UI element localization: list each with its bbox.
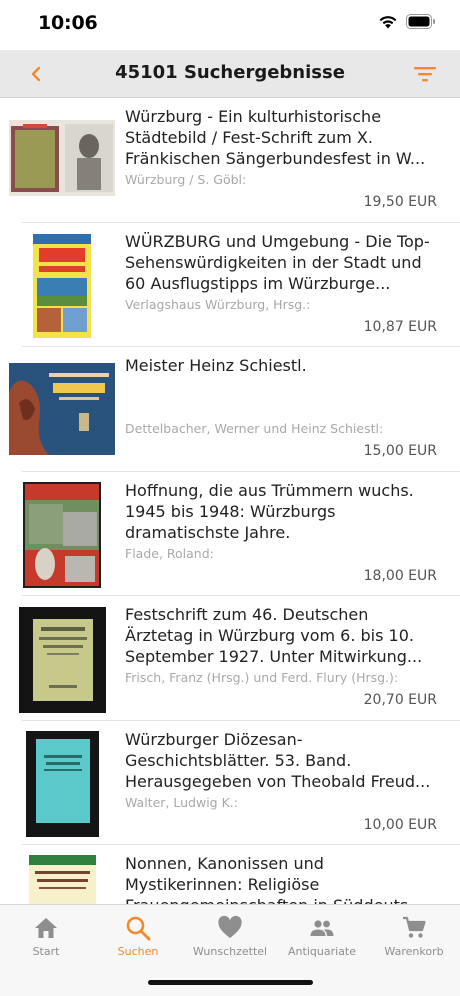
result-title: Meister Heinz Schiestl. xyxy=(125,356,307,375)
result-author: Walter, Ludwig K.: xyxy=(125,794,238,810)
result-item[interactable]: Festschrift zum 46. Deutschen Ärztetag i… xyxy=(0,596,460,721)
book-cover-image xyxy=(19,607,106,713)
filter-icon xyxy=(414,67,436,82)
book-cover-image xyxy=(23,481,101,588)
result-author: Flade, Roland: xyxy=(125,545,214,561)
result-price: 20,70 EUR xyxy=(363,692,437,708)
status-time: 10:06 xyxy=(38,12,98,34)
result-author: Verlagshaus Würzburg, Hrsg.: xyxy=(125,296,311,312)
status-bar: 10:06 xyxy=(0,0,460,50)
result-author: Frisch, Franz (Hrsg.) und Ferd. Flury (H… xyxy=(125,670,399,685)
result-price: 10,87 EUR xyxy=(363,318,437,335)
result-title: WÜRZBURG und Umgebung - Die Top-Sehenswü… xyxy=(125,231,430,293)
tab-wunschzettel[interactable]: Wunschzettel xyxy=(184,911,276,969)
filter-button[interactable] xyxy=(410,60,440,88)
result-title: Würzburg - Ein kulturhistorische Städteb… xyxy=(125,107,426,168)
result-price: 19,50 EUR xyxy=(363,194,437,210)
tab-antiquariate[interactable]: Antiquariate xyxy=(276,911,368,969)
navigation-bar: 45101 Suchergebnisse xyxy=(0,50,460,98)
result-item[interactable]: Würzburger Diözesan-Geschichtsblätter. 5… xyxy=(0,721,460,846)
result-title: Hoffnung, die aus Trümmern wuchs. 1945 b… xyxy=(125,480,414,542)
tab-label: Wunschzettel xyxy=(192,945,268,958)
cart-icon xyxy=(403,916,426,938)
page-title: 45101 Suchergebnisse xyxy=(115,62,345,83)
result-title: Nonnen, Kanonissen und Mystikerinnen: Re… xyxy=(125,854,423,904)
search-results-list[interactable]: Würzburg - Ein kulturhistorische Städteb… xyxy=(0,98,460,904)
result-item[interactable]: Meister Heinz Schiestl. Dettelbacher, We… xyxy=(0,347,460,472)
tab-suchen[interactable]: Suchen xyxy=(92,911,184,969)
battery-icon xyxy=(406,14,435,29)
tab-start[interactable]: Start xyxy=(0,911,92,969)
book-cover-image xyxy=(26,730,99,837)
result-title: Würzburger Diözesan-Geschichtsblätter. 5… xyxy=(125,729,431,791)
tab-warenkorb[interactable]: Warenkorb xyxy=(368,911,460,969)
book-cover-image xyxy=(9,363,115,455)
result-price: 18,00 EUR xyxy=(363,567,437,584)
book-cover-image xyxy=(29,855,96,904)
result-price: 15,00 EUR xyxy=(363,443,437,459)
book-cover-image xyxy=(9,120,115,196)
people-icon xyxy=(310,920,334,936)
result-item[interactable]: WÜRZBURG und Umgebung - Die Top-Sehenswü… xyxy=(0,223,460,348)
book-cover-image xyxy=(33,233,91,338)
tab-label: Start xyxy=(32,945,60,958)
heart-icon xyxy=(218,915,242,938)
wifi-icon xyxy=(379,16,397,29)
result-item[interactable]: Würzburg - Ein kulturhistorische Städteb… xyxy=(0,98,460,223)
status-icons xyxy=(378,14,436,29)
tab-label: Suchen xyxy=(117,945,159,958)
home-icon xyxy=(35,918,57,938)
result-author: Würzburg / S. Göbl: xyxy=(125,172,247,187)
result-item[interactable]: Hoffnung, die aus Trümmern wuchs. 1945 b… xyxy=(0,472,460,597)
tab-label: Antiquariate xyxy=(288,945,356,958)
result-price: 10,00 EUR xyxy=(363,816,437,833)
result-title: Festschrift zum 46. Deutschen Ärztetag i… xyxy=(125,605,423,666)
home-indicator xyxy=(148,980,313,985)
result-author: Dettelbacher, Werner und Heinz Schiestl: xyxy=(125,421,384,436)
tab-label: Warenkorb xyxy=(384,945,444,958)
search-icon xyxy=(126,916,151,941)
result-item[interactable]: Nonnen, Kanonissen und Mystikerinnen: Re… xyxy=(0,845,460,904)
